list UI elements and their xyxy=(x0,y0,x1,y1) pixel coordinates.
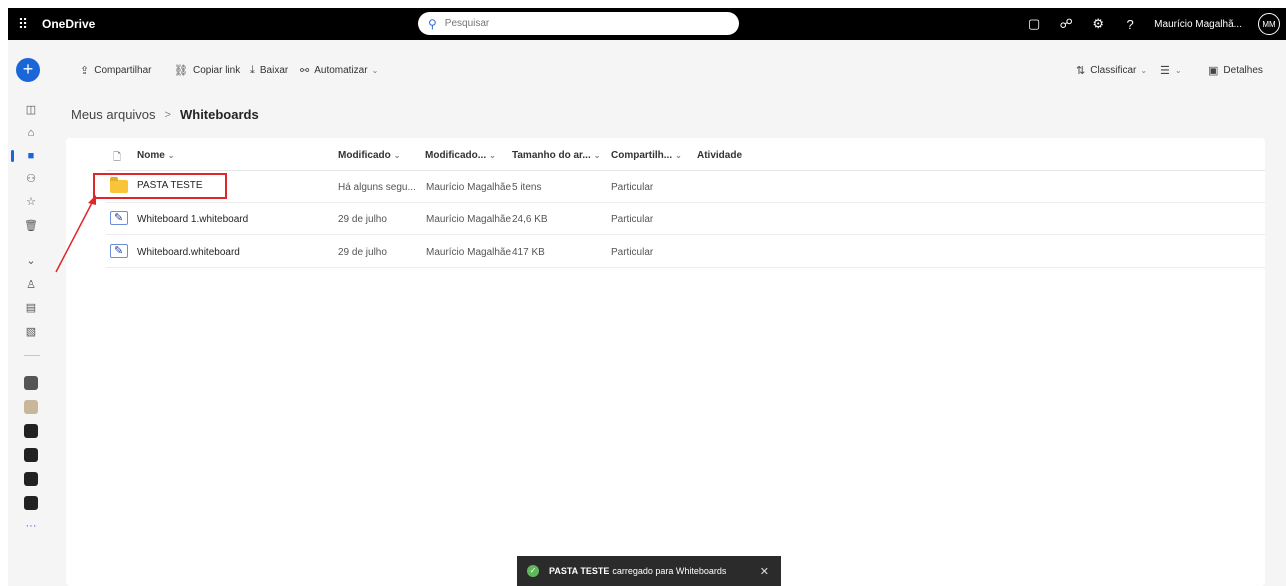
check-icon: ✓ xyxy=(527,565,539,577)
toast-item: PASTA TESTE xyxy=(549,566,610,576)
upload-toast: ✓ PASTA TESTE carregado para Whiteboards… xyxy=(517,556,781,586)
annotation-arrow xyxy=(55,195,96,273)
toast-message: carregado para Whiteboards xyxy=(612,566,727,576)
close-icon[interactable]: ✕ xyxy=(760,565,769,578)
